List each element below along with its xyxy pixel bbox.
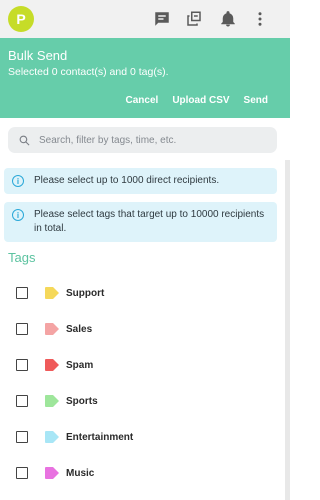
avatar[interactable]: P bbox=[8, 6, 34, 32]
checkbox[interactable] bbox=[16, 431, 28, 443]
checkbox[interactable] bbox=[16, 359, 28, 371]
info-icon: i bbox=[12, 209, 24, 221]
tag-row-entertainment[interactable]: Entertainment bbox=[0, 425, 285, 449]
more-vert-icon[interactable] bbox=[250, 9, 270, 29]
upload-csv-button[interactable]: Upload CSV bbox=[172, 95, 229, 106]
tag-row-sports[interactable]: Sports bbox=[0, 389, 285, 413]
chat-icon[interactable] bbox=[152, 9, 172, 29]
tag-label: Sales bbox=[66, 323, 93, 335]
direct-limit-text: Please select up to 1000 direct recipien… bbox=[34, 175, 220, 186]
panel-actions: Cancel Upload CSV Send bbox=[126, 95, 268, 106]
checkbox[interactable] bbox=[16, 467, 28, 479]
tag-icon bbox=[45, 287, 59, 299]
tag-label: Entertainment bbox=[66, 431, 134, 443]
top-bar: P bbox=[0, 0, 290, 38]
bulk-send-panel: Bulk Send Selected 0 contact(s) and 0 ta… bbox=[0, 38, 290, 118]
selection-summary: Selected 0 contact(s) and 0 tag(s). bbox=[8, 66, 169, 78]
tag-row-music[interactable]: Music bbox=[0, 461, 285, 485]
send-button[interactable]: Send bbox=[244, 95, 268, 106]
checkbox[interactable] bbox=[16, 323, 28, 335]
tag-row-support[interactable]: Support bbox=[0, 281, 285, 305]
tag-icon bbox=[45, 323, 59, 335]
tags-heading: Tags bbox=[8, 250, 36, 265]
tag-row-spam[interactable]: Spam bbox=[0, 353, 285, 377]
direct-limit-notice: i Please select up to 1000 direct recipi… bbox=[4, 168, 277, 194]
copy-icon[interactable] bbox=[184, 9, 204, 29]
tag-label: Support bbox=[66, 287, 105, 299]
recipient-list: i Please select up to 1000 direct recipi… bbox=[0, 160, 285, 500]
tag-label: Spam bbox=[66, 359, 94, 371]
tags-limit-text: Please select tags that target up to 100… bbox=[34, 209, 265, 234]
cancel-button[interactable]: Cancel bbox=[126, 95, 159, 106]
tag-label: Sports bbox=[66, 395, 98, 407]
tag-icon bbox=[45, 395, 59, 407]
search-icon bbox=[19, 135, 30, 145]
info-icon: i bbox=[12, 175, 24, 187]
bell-icon[interactable] bbox=[218, 9, 238, 29]
checkbox[interactable] bbox=[16, 395, 28, 407]
panel-title: Bulk Send bbox=[8, 48, 68, 63]
tag-icon bbox=[45, 467, 59, 479]
scrollbar[interactable] bbox=[285, 160, 290, 500]
tag-label: Music bbox=[66, 467, 95, 479]
tag-icon bbox=[45, 359, 59, 371]
tag-row-sales[interactable]: Sales bbox=[0, 317, 285, 341]
search-bar[interactable] bbox=[8, 127, 277, 153]
tag-icon bbox=[45, 431, 59, 443]
tags-limit-notice: i Please select tags that target up to 1… bbox=[4, 202, 277, 242]
checkbox[interactable] bbox=[16, 287, 28, 299]
search-input[interactable] bbox=[39, 134, 259, 146]
